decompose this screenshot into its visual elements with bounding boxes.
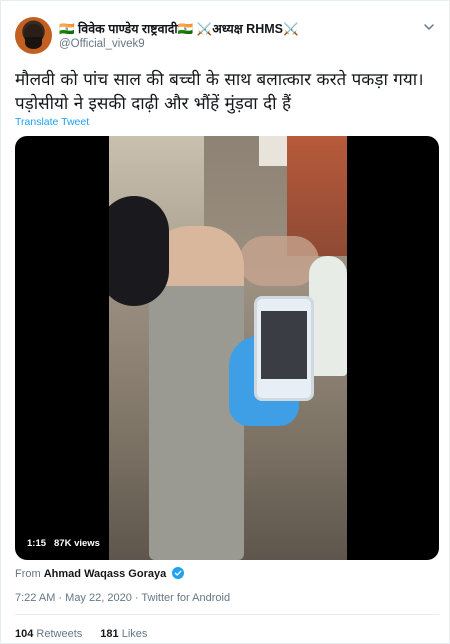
tweet-stats: 104 Retweets 181 Likes: [15, 628, 147, 640]
video-source: From Ahmad Waqass Goraya: [15, 567, 185, 580]
retweets-stat[interactable]: 104 Retweets: [15, 628, 82, 640]
avatar-beard: [25, 37, 42, 49]
tweet-time-link[interactable]: 7:22 AM: [15, 592, 55, 604]
tweet-meta: 7:22 AM · May 22, 2020 · Twitter for And…: [15, 592, 230, 604]
video-child: [309, 256, 347, 376]
meta-separator: ·: [58, 592, 63, 604]
video-player[interactable]: [15, 136, 439, 560]
video-foreground-head: [109, 196, 169, 306]
retweets-count: 104: [15, 628, 34, 640]
tweet-text: मौलवी को पांच साल की बच्ची के साथ बलात्क…: [15, 70, 424, 114]
source-account-link[interactable]: Ahmad Waqass Goraya: [44, 568, 166, 580]
retweets-label: Retweets: [36, 628, 83, 640]
translate-tweet-link[interactable]: Translate Tweet: [15, 116, 89, 128]
video-duration: 1:15: [27, 538, 47, 549]
likes-stat[interactable]: 181 Likes: [100, 628, 147, 640]
video-phone: [254, 296, 314, 401]
tweet-card: 🇮🇳 विवेक पाण्डेय राष्ट्रवादी🇮🇳 ⚔️अध्यक्ष…: [0, 0, 450, 644]
likes-label: Likes: [121, 628, 148, 640]
chevron-down-icon[interactable]: [423, 21, 435, 33]
divider: [15, 614, 439, 615]
source-prefix: From: [15, 568, 41, 580]
likes-count: 181: [100, 628, 119, 640]
tweet-client-link[interactable]: Twitter for Android: [141, 592, 230, 604]
video-crowd: [239, 236, 319, 286]
tweet-date-link[interactable]: May 22, 2020: [65, 592, 132, 604]
author-display-name[interactable]: 🇮🇳 विवेक पाण्डेय राष्ट्रवादी🇮🇳 ⚔️अध्यक्ष…: [59, 20, 299, 37]
video-frame: [109, 136, 347, 560]
avatar[interactable]: [15, 17, 52, 54]
meta-separator-2: ·: [134, 592, 139, 604]
video-sky: [259, 136, 289, 166]
author-handle[interactable]: @Official_vivek9: [59, 38, 145, 50]
video-meta: 1:15 87K views: [27, 538, 108, 549]
video-views: 87K views: [54, 538, 100, 549]
verified-badge-icon: [172, 567, 185, 579]
video-phone-screen: [261, 311, 307, 379]
